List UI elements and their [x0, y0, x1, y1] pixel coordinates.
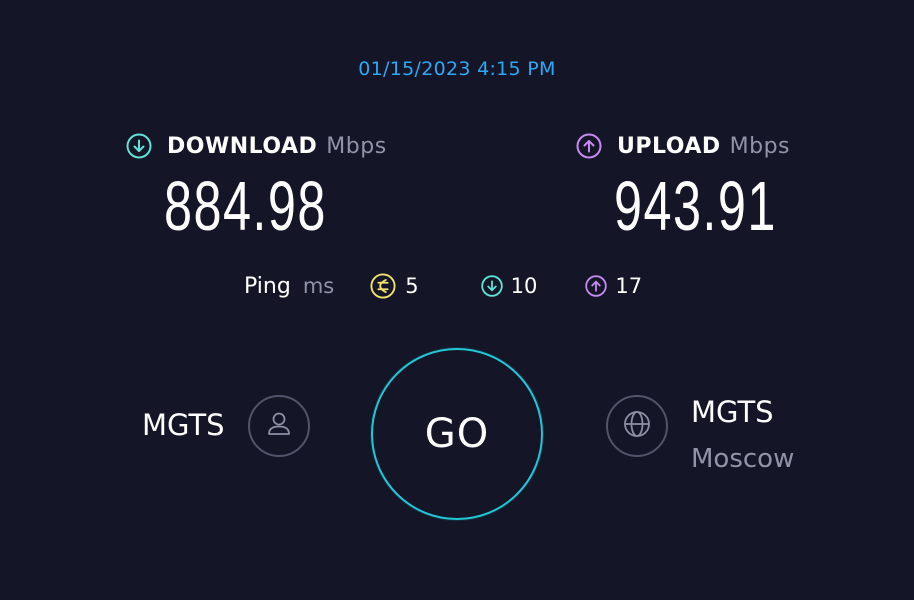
- ping-download-value: 10: [510, 274, 538, 298]
- ping-upload[interactable]: 17: [583, 273, 642, 299]
- server-name[interactable]: MGTS: [691, 395, 774, 429]
- ping-download[interactable]: 10: [479, 273, 538, 299]
- ping-download-arrow-icon: [479, 273, 505, 299]
- ping-upload-arrow-icon: [583, 273, 609, 299]
- ping-jitter[interactable]: 5: [370, 273, 419, 299]
- result-timestamp[interactable]: 01/15/2023 4:15 PM: [0, 58, 914, 80]
- user-icon: [264, 409, 294, 443]
- download-unit: Mbps: [326, 133, 387, 159]
- download-arrow-icon: [126, 133, 152, 159]
- upload-label: UPLOAD: [617, 133, 721, 159]
- server-location[interactable]: Moscow: [691, 444, 794, 474]
- speedtest-results-page: 01/15/2023 4:15 PM DOWNLOAD Mbps 884.98: [0, 0, 914, 600]
- upload-unit: Mbps: [729, 133, 790, 159]
- isp-button[interactable]: [248, 395, 310, 457]
- download-label: DOWNLOAD: [167, 133, 318, 159]
- server-button[interactable]: [606, 395, 668, 457]
- ping-jitter-value: 5: [405, 274, 419, 298]
- ping-unit: ms: [302, 274, 335, 298]
- jitter-icon: [370, 273, 396, 299]
- download-metric: DOWNLOAD Mbps 884.98: [126, 128, 387, 245]
- isp-name: MGTS: [142, 408, 225, 442]
- download-speed-value: 884.98: [164, 167, 327, 245]
- upload-speed-value: 943.91: [614, 167, 777, 245]
- download-header: DOWNLOAD Mbps: [126, 128, 387, 164]
- upload-header: UPLOAD Mbps: [576, 128, 790, 164]
- go-button[interactable]: GO: [371, 348, 543, 520]
- globe-icon: [621, 408, 653, 444]
- upload-metric: UPLOAD Mbps 943.91: [576, 128, 790, 245]
- upload-arrow-icon: [576, 133, 602, 159]
- ping-row: Ping ms 5 10 17: [244, 270, 642, 302]
- ping-label: Ping: [244, 273, 291, 299]
- go-label: GO: [424, 411, 490, 457]
- ping-upload-value: 17: [615, 274, 643, 298]
